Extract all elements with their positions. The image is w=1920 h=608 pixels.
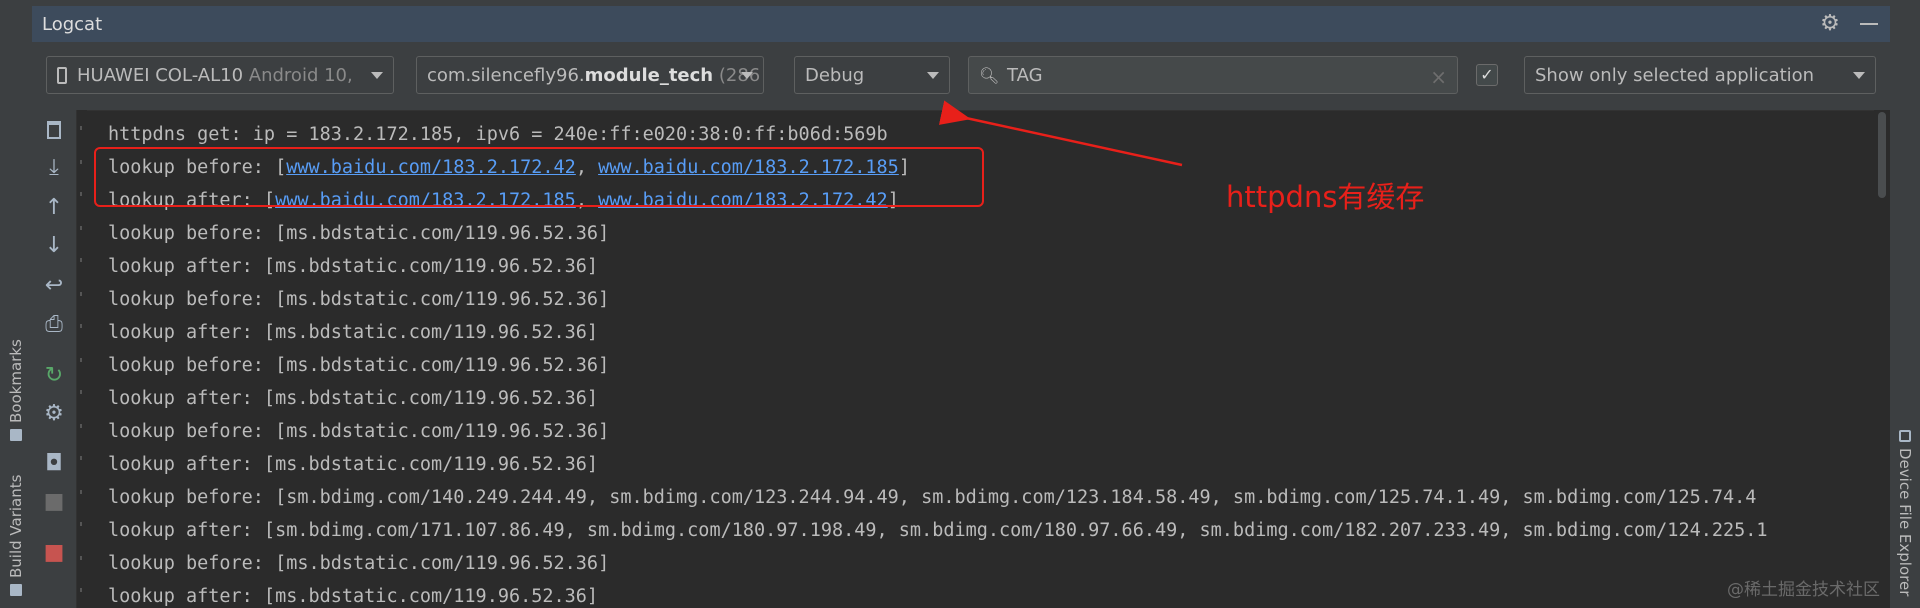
watermark: @稀土掘金技术社区 xyxy=(1727,580,1880,600)
process-pid: (286 xyxy=(718,64,761,86)
stop-icon[interactable]: ■ xyxy=(42,541,66,565)
search-value: TAG xyxy=(1007,64,1043,86)
regex-checkbox[interactable]: ✓ xyxy=(1476,64,1498,86)
bookmark-icon xyxy=(10,428,22,441)
gear-icon[interactable]: ⚙ xyxy=(42,402,66,426)
log-line: lookup after: [ms.bdstatic.com/119.96.52… xyxy=(108,453,598,477)
highlight-box xyxy=(94,147,984,207)
log-text: lookup after: [sm.bdimg.com/171.107.86.4… xyxy=(108,520,1768,541)
chevron-down-icon xyxy=(927,72,939,79)
log-line: lookup before: [sm.bdimg.com/140.249.244… xyxy=(108,486,1756,510)
panel-title: Logcat xyxy=(42,13,103,35)
print-icon[interactable]: ⎙ xyxy=(42,313,66,337)
log-text: lookup after: [ms.bdstatic.com/119.96.52… xyxy=(108,586,599,607)
log-line: lookup after: [sm.bdimg.com/171.107.86.4… xyxy=(108,519,1768,543)
log-text: lookup before: [sm.bdimg.com/140.249.244… xyxy=(108,487,1757,508)
build-variants-icon xyxy=(10,583,22,596)
bookmarks-tab-label: Bookmarks xyxy=(7,339,25,423)
logcat-tool-column: ⤓ ↑ ↓ ↩ ⎙ ↻ ⚙ ◘ ■ ■ xyxy=(32,110,77,608)
log-text: lookup after: [ms.bdstatic.com/119.96.52… xyxy=(108,388,599,409)
log-text: lookup before: [ms.bdstatic.com/119.96.5… xyxy=(108,355,610,376)
log-line: lookup after: [ms.bdstatic.com/119.96.52… xyxy=(108,387,598,411)
logcat-title-bar: Logcat ⚙ xyxy=(32,6,1890,42)
log-line: lookup after: [ms.bdstatic.com/119.96.52… xyxy=(108,321,598,345)
log-line: lookup after: [ms.bdstatic.com/119.96.52… xyxy=(108,585,598,608)
process-module: module_tech xyxy=(584,64,714,86)
gear-icon[interactable]: ⚙ xyxy=(1818,12,1842,36)
device-file-explorer-tab[interactable]: Device File Explorer xyxy=(1892,430,1918,608)
minimize-icon[interactable] xyxy=(1858,12,1880,36)
device-file-explorer-tab-label: Device File Explorer xyxy=(1896,448,1914,597)
arrow-down-icon[interactable]: ↓ xyxy=(42,234,66,258)
log-text: lookup after: [ms.bdstatic.com/119.96.52… xyxy=(108,322,599,343)
log-line: lookup before: [ms.bdstatic.com/119.96.5… xyxy=(108,420,609,444)
device-file-icon xyxy=(1899,430,1911,442)
process-selector[interactable]: com.silencefly96. module_tech (286 xyxy=(416,56,764,94)
build-variants-tab-label: Build Variants xyxy=(7,474,25,578)
arrow-up-icon[interactable]: ↑ xyxy=(42,196,66,220)
vertical-scrollbar[interactable] xyxy=(1874,110,1890,608)
log-text: lookup before: [ms.bdstatic.com/119.96.5… xyxy=(108,553,610,574)
process-prefix: com.silencefly96. xyxy=(427,64,585,86)
log-text: lookup before: [ms.bdstatic.com/119.96.5… xyxy=(108,223,610,244)
device-selector[interactable]: HUAWEI COL-AL10 Android 10, xyxy=(46,56,394,94)
chevron-down-icon xyxy=(1853,72,1865,79)
annotation-text: httpdns有缓存 xyxy=(1226,180,1425,214)
right-tool-window-strip: Device File Explorer xyxy=(1889,0,1920,608)
log-level-selector[interactable]: Debug xyxy=(794,56,950,94)
bookmarks-tab[interactable]: Bookmarks xyxy=(2,330,30,450)
log-line: lookup before: [ms.bdstatic.com/119.96.5… xyxy=(108,552,609,576)
search-input[interactable]: 🔍︎ TAG × xyxy=(968,56,1458,94)
log-line: lookup after: [ms.bdstatic.com/119.96.52… xyxy=(108,255,598,279)
log-text: lookup after: [ms.bdstatic.com/119.96.52… xyxy=(108,256,599,277)
log-level-value: Debug xyxy=(805,64,865,86)
camera-icon[interactable]: ◘ xyxy=(42,452,66,476)
log-gutter xyxy=(77,110,87,608)
scroll-to-end-icon[interactable]: ⤓ xyxy=(42,156,66,180)
soft-wrap-icon[interactable]: ↩ xyxy=(42,274,66,298)
log-text: httpdns get: ip = 183.2.172.185, ipv6 = … xyxy=(108,124,888,145)
device-detail: Android 10, xyxy=(248,64,353,86)
log-line: lookup before: [ms.bdstatic.com/119.96.5… xyxy=(108,354,609,378)
log-line: lookup before: [ms.bdstatic.com/119.96.5… xyxy=(108,222,609,246)
logcat-toolbar: HUAWEI COL-AL10 Android 10, com.silencef… xyxy=(32,42,1890,111)
filter-selector[interactable]: Show only selected application xyxy=(1524,56,1876,94)
filter-value: Show only selected application xyxy=(1535,64,1815,86)
video-icon[interactable]: ■ xyxy=(42,490,66,514)
phone-icon xyxy=(57,66,67,84)
log-text: lookup before: [ms.bdstatic.com/119.96.5… xyxy=(108,289,610,310)
scrollbar-thumb[interactable] xyxy=(1878,112,1886,198)
restart-icon[interactable]: ↻ xyxy=(42,364,66,388)
log-line: lookup before: [ms.bdstatic.com/119.96.5… xyxy=(108,288,609,312)
left-tool-window-strip: Bookmarks Build Variants xyxy=(0,0,33,608)
search-icon: 🔍︎ xyxy=(979,65,1000,85)
log-line: httpdns get: ip = 183.2.172.185, ipv6 = … xyxy=(108,123,888,147)
clear-search-icon[interactable]: × xyxy=(1430,65,1447,89)
chevron-down-icon xyxy=(741,72,753,79)
log-text: lookup before: [ms.bdstatic.com/119.96.5… xyxy=(108,421,610,442)
chevron-down-icon xyxy=(371,72,383,79)
build-variants-tab[interactable]: Build Variants xyxy=(2,470,30,600)
device-name: HUAWEI COL-AL10 xyxy=(77,64,244,86)
log-text: lookup after: [ms.bdstatic.com/119.96.52… xyxy=(108,454,599,475)
trash-icon[interactable] xyxy=(47,121,61,139)
